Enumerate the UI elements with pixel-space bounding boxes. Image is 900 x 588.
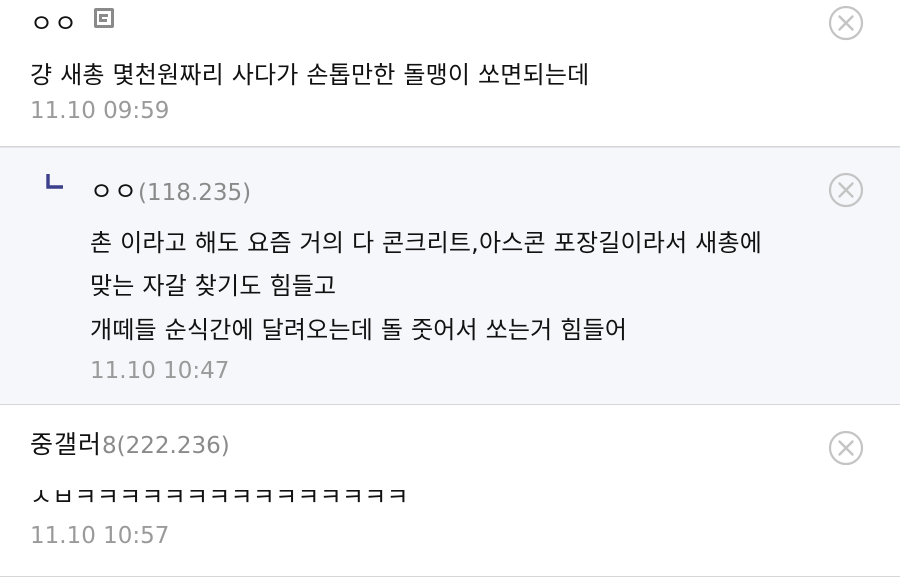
- comment-text: ㅅㅂㅋㅋㅋㅋㅋㅋㅋㅋㅋㅋㅋㅋㅋㅋㅋ: [30, 483, 409, 511]
- nick-text: 중갤러: [30, 430, 103, 459]
- comment-item: ㅇㅇ 걍 새총 몇천원짜리 사다가 손톱만한 돌맹이 쏘면되는데 11.10 0…: [0, 0, 900, 147]
- comment-nick[interactable]: ㅇㅇ: [30, 4, 115, 40]
- comment-timestamp: 11.10 09:59: [30, 98, 170, 124]
- comment-text-line: 개떼들 순식간에 달려오는데 돌 줏어서 쏘는거 힘들어: [90, 316, 628, 344]
- comment-nick[interactable]: ㅇㅇ(118.235): [90, 172, 251, 208]
- bottom-spacer: [0, 577, 900, 588]
- comment-text-line: 촌 이라고 해도 요즘 거의 다 콘크리트,아스콘 포장길이라서 새총에: [90, 229, 763, 257]
- delete-icon[interactable]: [828, 172, 864, 208]
- comment-text-line: 맞는 자갈 찾기도 힘들고: [90, 272, 337, 300]
- nick-text: ㅇㅇ: [90, 177, 139, 206]
- ip-text: (118.235): [138, 180, 252, 206]
- reply-comment-item: ㅇㅇ(118.235) 촌 이라고 해도 요즘 거의 다 콘크리트,아스콘 포장…: [0, 147, 900, 405]
- comment-nick[interactable]: 중갤러8(222.236): [30, 425, 230, 461]
- delete-icon[interactable]: [828, 430, 864, 466]
- comment-timestamp: 11.10 10:47: [90, 358, 230, 384]
- fixed-nick-icon: [93, 8, 114, 28]
- comment-timestamp: 11.10 10:57: [30, 523, 170, 549]
- nick-text: ㅇㅇ: [30, 9, 79, 38]
- reply-arrow-icon: [46, 174, 63, 189]
- comment-item: 중갤러8(222.236) ㅅㅂㅋㅋㅋㅋㅋㅋㅋㅋㅋㅋㅋㅋㅋㅋㅋ 11.10 10…: [0, 405, 900, 577]
- ip-text: 8(222.236): [102, 433, 230, 459]
- comment-text: 걍 새총 몇천원짜리 사다가 손톱만한 돌맹이 쏘면되는데: [30, 61, 590, 89]
- delete-icon[interactable]: [828, 5, 864, 41]
